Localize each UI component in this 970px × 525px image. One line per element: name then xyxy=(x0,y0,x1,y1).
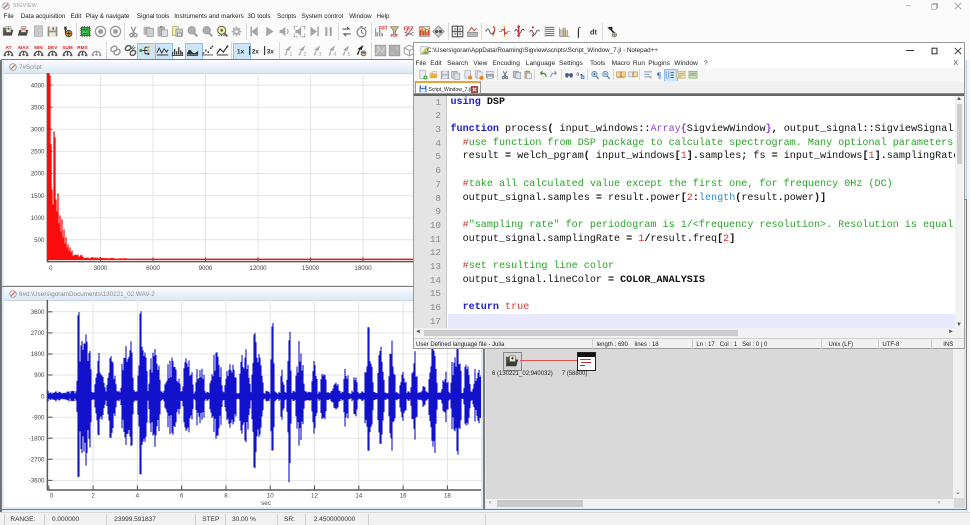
svg-text:3600: 3600 xyxy=(31,309,45,316)
svg-text:2: 2 xyxy=(91,493,95,500)
svg-text:-2700: -2700 xyxy=(29,457,45,464)
svg-text:500: 500 xyxy=(34,237,45,244)
svg-text:6: 6 xyxy=(180,493,184,500)
svg-text:2000: 2000 xyxy=(31,171,45,178)
svg-text:8: 8 xyxy=(224,493,228,500)
svg-text:15000: 15000 xyxy=(302,265,320,272)
svg-text:MIN: MIN xyxy=(34,45,43,50)
svg-text:1800: 1800 xyxy=(31,351,45,358)
svg-text:1: 1 xyxy=(289,52,292,57)
svg-text:SUM: SUM xyxy=(62,45,73,50)
svg-text:¶: ¶ xyxy=(657,71,662,80)
svg-text:2x: 2x xyxy=(252,48,260,55)
svg-text:1500: 1500 xyxy=(31,193,45,200)
svg-text:0: 0 xyxy=(50,493,54,500)
svg-text:12000: 12000 xyxy=(249,265,267,272)
svg-text:DEV: DEV xyxy=(48,45,59,50)
svg-text:AE: AE xyxy=(83,29,89,34)
svg-text:6000: 6000 xyxy=(146,265,160,272)
svg-text:0: 0 xyxy=(41,393,45,400)
svg-text:a: a xyxy=(576,72,579,78)
svg-text:10: 10 xyxy=(267,493,274,500)
svg-text:2700: 2700 xyxy=(31,330,45,337)
svg-text:18000: 18000 xyxy=(354,265,372,272)
svg-text:3x: 3x xyxy=(267,48,275,55)
svg-text:1x: 1x xyxy=(237,48,245,55)
svg-text:FLT: FLT xyxy=(390,33,398,38)
svg-text:FFT: FFT xyxy=(379,26,387,32)
svg-text:3: 3 xyxy=(318,52,321,57)
svg-text:9000: 9000 xyxy=(199,265,213,272)
svg-text:1000: 1000 xyxy=(31,215,45,222)
svg-text:3000: 3000 xyxy=(94,265,108,272)
svg-text:3000: 3000 xyxy=(31,127,45,134)
svg-text:2500: 2500 xyxy=(31,149,45,156)
svg-text:3500: 3500 xyxy=(31,104,45,111)
svg-text:16: 16 xyxy=(400,493,407,500)
svg-text:RMS: RMS xyxy=(77,45,87,50)
svg-text:MAX: MAX xyxy=(18,45,29,50)
svg-text:dt: dt xyxy=(590,27,597,36)
svg-text:2: 2 xyxy=(303,52,306,57)
svg-text:-900: -900 xyxy=(32,414,45,421)
svg-text:sec: sec xyxy=(261,500,271,507)
svg-text:4: 4 xyxy=(136,493,140,500)
svg-text:AT: AT xyxy=(6,45,12,50)
svg-text:4: 4 xyxy=(333,52,336,57)
svg-text:∫: ∫ xyxy=(576,25,582,38)
svg-text:0: 0 xyxy=(49,265,53,272)
svg-text:-3600: -3600 xyxy=(29,478,45,485)
svg-text:5: 5 xyxy=(347,52,350,57)
svg-text:900: 900 xyxy=(34,372,45,379)
svg-text:-1800: -1800 xyxy=(29,435,45,442)
svg-text:18: 18 xyxy=(444,493,451,500)
svg-text:12: 12 xyxy=(311,493,318,500)
svg-text:4000: 4000 xyxy=(31,82,45,89)
svg-text:14: 14 xyxy=(355,493,362,500)
